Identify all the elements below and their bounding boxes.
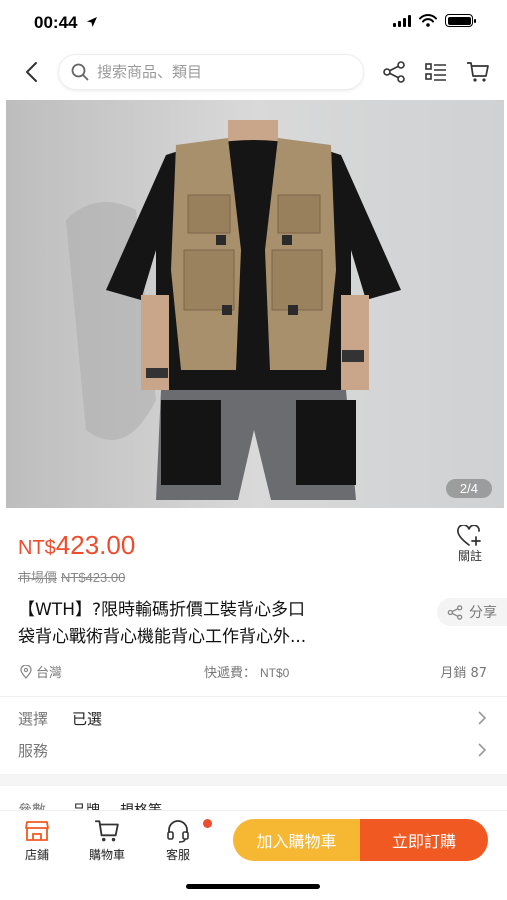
back-button[interactable] xyxy=(18,58,44,86)
price-value: 423.00 xyxy=(55,530,136,560)
select-value: 已選 xyxy=(72,710,103,728)
customer-service-button[interactable]: 客服 xyxy=(153,819,203,863)
search-box[interactable] xyxy=(58,54,364,90)
follow-button[interactable]: 關註 xyxy=(453,525,487,564)
price-currency: NT$ xyxy=(18,537,56,559)
notification-dot xyxy=(203,819,212,828)
share-icon xyxy=(383,61,405,83)
search-icon xyxy=(71,63,89,81)
cart-icon xyxy=(95,820,119,842)
section-gap xyxy=(0,774,507,786)
select-option-row[interactable]: 選擇 已選 xyxy=(0,704,507,734)
location-pin-icon xyxy=(20,664,32,679)
cart-tab-button[interactable]: 購物車 xyxy=(82,819,132,863)
search-input[interactable] xyxy=(97,63,337,81)
product-title-line-2: 袋背心戰術背心機能背心工作背心外... xyxy=(18,627,307,647)
clock-text: 00:44 xyxy=(34,13,78,32)
location: 台灣 xyxy=(20,662,62,681)
share-icon xyxy=(447,604,463,620)
add-to-cart-button[interactable]: 加入購物車 xyxy=(233,819,360,861)
share-button[interactable] xyxy=(380,58,408,86)
share-chip[interactable]: 分享 xyxy=(437,598,507,626)
service-label: 客服 xyxy=(165,848,190,862)
bottom-action-bar: 店鋪 購物車 客服 加入購物車 立即訂購 xyxy=(0,810,507,870)
home-indicator xyxy=(186,884,320,889)
headset-icon xyxy=(167,820,189,843)
shipping-value: NT$0 xyxy=(260,666,290,680)
menu-button[interactable] xyxy=(422,58,450,86)
market-price-value: NT$423.00 xyxy=(61,570,126,585)
product-photo xyxy=(6,100,504,508)
service-label: 服務 xyxy=(18,742,49,760)
follow-label: 關註 xyxy=(457,549,482,563)
product-title: 【WTH】?限時輸碼折價工裝背心多口 袋背心戰術背心機能背心工作背心外... xyxy=(18,597,418,651)
shipping-fee: 快遞費： NT$0 xyxy=(204,662,289,681)
top-nav xyxy=(0,46,507,98)
status-bar: 00:44 xyxy=(0,0,507,46)
wifi-icon xyxy=(419,14,437,27)
location-text: 台灣 xyxy=(36,666,63,681)
cart-button[interactable] xyxy=(464,58,492,86)
store-button[interactable]: 店鋪 xyxy=(12,819,62,863)
meta-row: 台灣 快遞費： NT$0 月銷 87 xyxy=(0,660,507,682)
status-time: 00:44 xyxy=(34,13,98,33)
select-label: 選擇 xyxy=(18,710,49,728)
cart-icon xyxy=(467,62,489,82)
cellular-signal-icon xyxy=(393,14,411,27)
chevron-right-icon xyxy=(478,743,487,757)
monthly-sales: 月銷 87 xyxy=(440,666,487,681)
divider xyxy=(0,696,507,697)
price: NT$423.00 xyxy=(18,530,135,561)
buy-now-button[interactable]: 立即訂購 xyxy=(360,819,488,861)
status-indicators xyxy=(393,14,476,27)
chevron-right-icon xyxy=(478,711,487,725)
image-counter: 2/4 xyxy=(445,479,492,498)
shipping-label: 快遞費： xyxy=(204,666,257,681)
market-price-label: 市場價 xyxy=(18,571,58,586)
product-title-line-1: 【WTH】?限時輸碼折價工裝背心多口 xyxy=(18,600,305,620)
store-icon xyxy=(25,821,49,841)
product-image[interactable]: 2/4 xyxy=(6,100,504,508)
cart-label: 購物車 xyxy=(88,848,125,862)
store-label: 店鋪 xyxy=(24,848,49,862)
market-price: 市場價 NT$423.00 xyxy=(18,567,125,586)
list-menu-icon xyxy=(425,63,446,81)
heart-plus-icon xyxy=(457,525,481,546)
chevron-left-icon xyxy=(26,62,37,82)
service-row[interactable]: 服務 xyxy=(0,736,507,766)
battery-icon xyxy=(445,14,476,27)
share-label: 分享 xyxy=(469,605,497,621)
location-arrow-icon xyxy=(87,17,98,27)
